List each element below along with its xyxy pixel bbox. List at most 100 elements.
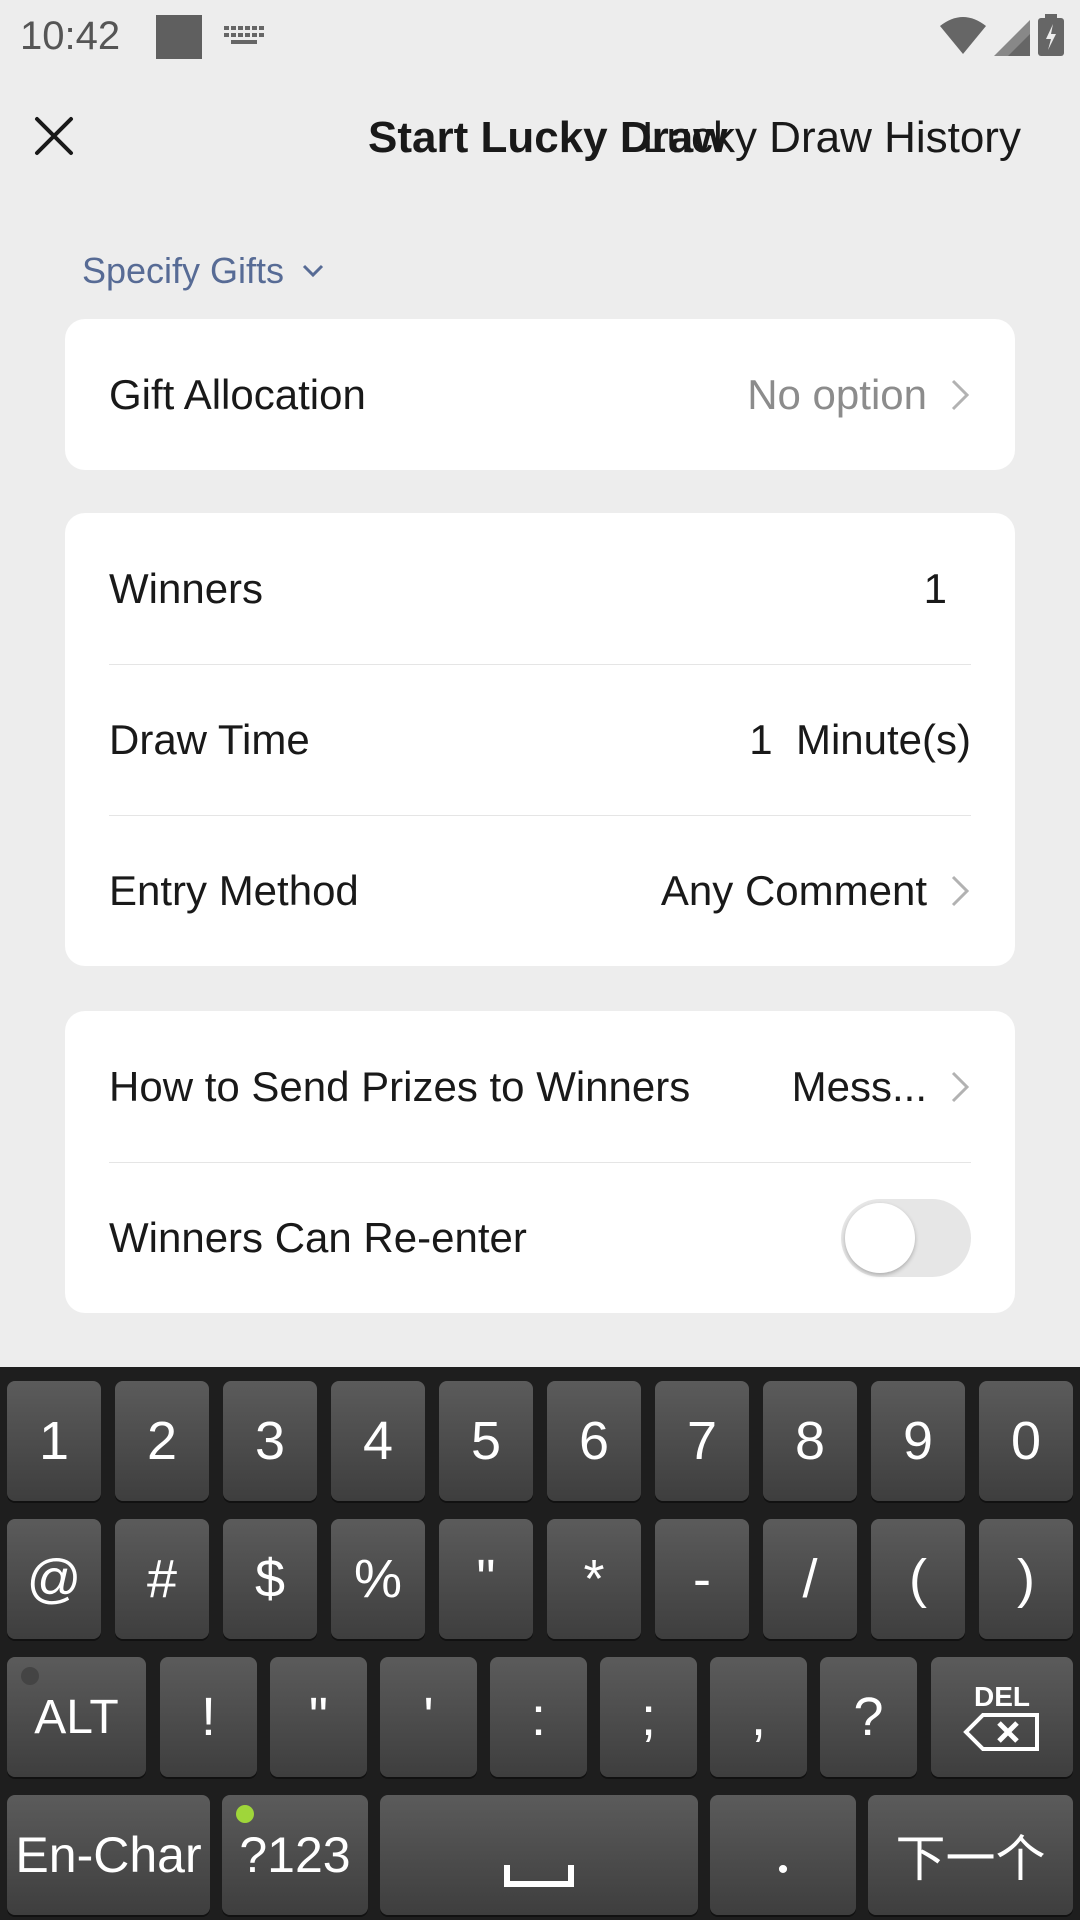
send-prizes-value: Mess... xyxy=(791,1062,927,1110)
notification-icon xyxy=(156,15,202,59)
space-icon xyxy=(504,1865,574,1887)
key-apostrophe[interactable]: ' xyxy=(380,1657,477,1777)
key-7[interactable]: 7 xyxy=(655,1381,749,1501)
winners-reenter-row: Winners Can Re-enter xyxy=(65,1162,1015,1313)
header: Start Lucky Draw Lucky Draw History xyxy=(0,76,1080,206)
draw-settings-card: Winners 1 Draw Time 1 Minute(s) Entry Me… xyxy=(65,513,1015,966)
winners-label: Winners xyxy=(109,564,264,612)
close-button[interactable] xyxy=(24,106,84,166)
key-5[interactable]: 5 xyxy=(439,1381,533,1501)
key-language[interactable]: En-Char xyxy=(7,1795,210,1915)
key-at[interactable]: @ xyxy=(7,1519,101,1639)
key-4[interactable]: 4 xyxy=(331,1381,425,1501)
key-label: ; xyxy=(640,1687,656,1747)
winners-value[interactable]: 1 xyxy=(924,565,947,613)
key-space[interactable] xyxy=(380,1795,698,1915)
key-delete[interactable]: DEL xyxy=(931,1657,1073,1777)
draw-time-value[interactable]: 1 Minute(s) xyxy=(749,716,971,764)
key-label: 4 xyxy=(362,1411,394,1471)
key-question[interactable]: ? xyxy=(820,1657,917,1777)
key-label: " xyxy=(308,1687,329,1747)
draw-time-label: Draw Time xyxy=(109,715,310,763)
key-label: 7 xyxy=(686,1411,718,1471)
entry-method-row[interactable]: Entry Method Any Comment xyxy=(65,815,1015,966)
draw-time-row[interactable]: Draw Time 1 Minute(s) xyxy=(65,664,1015,815)
key-label: , xyxy=(750,1687,766,1747)
tab-lucky-draw-history[interactable]: Lucky Draw History xyxy=(642,113,1021,163)
key-period[interactable]: • xyxy=(710,1795,856,1915)
key-3[interactable]: 3 xyxy=(223,1381,317,1501)
key-label: En-Char xyxy=(15,1827,202,1883)
key-9[interactable]: 9 xyxy=(871,1381,965,1501)
key-colon[interactable]: : xyxy=(490,1657,587,1777)
key-label: 2 xyxy=(146,1411,178,1471)
key-1[interactable]: 1 xyxy=(7,1381,101,1501)
key-asterisk[interactable]: * xyxy=(547,1519,641,1639)
key-label: ( xyxy=(909,1549,927,1609)
key-8[interactable]: 8 xyxy=(763,1381,857,1501)
winners-reenter-label: Winners Can Re-enter xyxy=(109,1213,527,1261)
entry-method-value: Any Comment xyxy=(660,866,927,914)
send-prizes-row[interactable]: How to Send Prizes to Winners Mess... xyxy=(65,1011,1015,1162)
status-time: 10:42 xyxy=(20,14,121,58)
chevron-right-icon xyxy=(949,377,971,413)
gift-allocation-value: No option xyxy=(747,370,927,418)
key-label: 5 xyxy=(470,1411,502,1471)
key-paren-open[interactable]: ( xyxy=(871,1519,965,1639)
key-label: " xyxy=(476,1549,496,1609)
status-icons xyxy=(940,14,1064,61)
toggle-knob xyxy=(845,1202,915,1273)
symbols-led-icon xyxy=(236,1805,254,1823)
key-comma[interactable]: , xyxy=(710,1657,807,1777)
backspace-icon xyxy=(963,1713,1039,1751)
key-label: 0 xyxy=(1010,1411,1042,1471)
gift-allocation-card: Gift Allocation No option xyxy=(65,319,1015,470)
key-label: 下一个 xyxy=(895,1831,1046,1887)
key-label: ALT xyxy=(34,1690,119,1744)
specify-gifts-dropdown[interactable]: Specify Gifts xyxy=(82,250,324,292)
key-label: $ xyxy=(254,1549,286,1609)
key-0[interactable]: 0 xyxy=(979,1381,1073,1501)
key-next[interactable]: 下一个 xyxy=(868,1795,1073,1915)
key-label: • xyxy=(777,1853,789,1886)
battery-icon xyxy=(1038,14,1064,61)
specify-gifts-label: Specify Gifts xyxy=(82,250,285,291)
key-percent[interactable]: % xyxy=(331,1519,425,1639)
key-symbols[interactable]: ?123 xyxy=(222,1795,368,1915)
wifi-icon xyxy=(940,16,986,61)
key-slash[interactable]: / xyxy=(763,1519,857,1639)
key-label: ?123 xyxy=(239,1827,351,1883)
gift-allocation-row[interactable]: Gift Allocation No option xyxy=(65,319,1015,470)
key-label: 8 xyxy=(794,1411,826,1471)
key-hash[interactable]: # xyxy=(115,1519,209,1639)
close-icon xyxy=(35,117,73,155)
key-label: # xyxy=(146,1549,178,1609)
key-label: : xyxy=(530,1687,546,1747)
key-label: / xyxy=(802,1549,818,1609)
key-paren-close[interactable]: ) xyxy=(979,1519,1073,1639)
winners-reenter-toggle[interactable] xyxy=(841,1198,971,1277)
chevron-down-icon xyxy=(303,264,324,278)
key-6[interactable]: 6 xyxy=(547,1381,641,1501)
key-minus[interactable]: - xyxy=(655,1519,749,1639)
key-semicolon[interactable]: ; xyxy=(600,1657,697,1777)
key-2[interactable]: 2 xyxy=(115,1381,209,1501)
keyboard: 1 2 3 4 5 6 7 8 9 0 @ # $ % " * - / ( ) … xyxy=(0,1367,1080,1920)
signal-icon xyxy=(994,20,1030,61)
key-quote[interactable]: " xyxy=(439,1519,533,1639)
key-label: - xyxy=(693,1549,711,1609)
key-label: DEL xyxy=(974,1681,1030,1712)
key-alt[interactable]: ALT xyxy=(7,1657,146,1777)
key-label: ! xyxy=(200,1687,216,1747)
key-label: @ xyxy=(26,1549,82,1609)
keyboard-icon xyxy=(224,26,264,53)
key-exclamation[interactable]: ! xyxy=(160,1657,257,1777)
chevron-right-icon xyxy=(949,1069,971,1105)
key-dollar[interactable]: $ xyxy=(223,1519,317,1639)
key-double-quote[interactable]: " xyxy=(270,1657,367,1777)
chevron-right-icon xyxy=(949,873,971,909)
gift-allocation-label: Gift Allocation xyxy=(109,370,366,418)
key-label: 1 xyxy=(38,1411,70,1471)
key-label: ) xyxy=(1017,1549,1035,1609)
winners-row[interactable]: Winners 1 xyxy=(65,513,1015,664)
